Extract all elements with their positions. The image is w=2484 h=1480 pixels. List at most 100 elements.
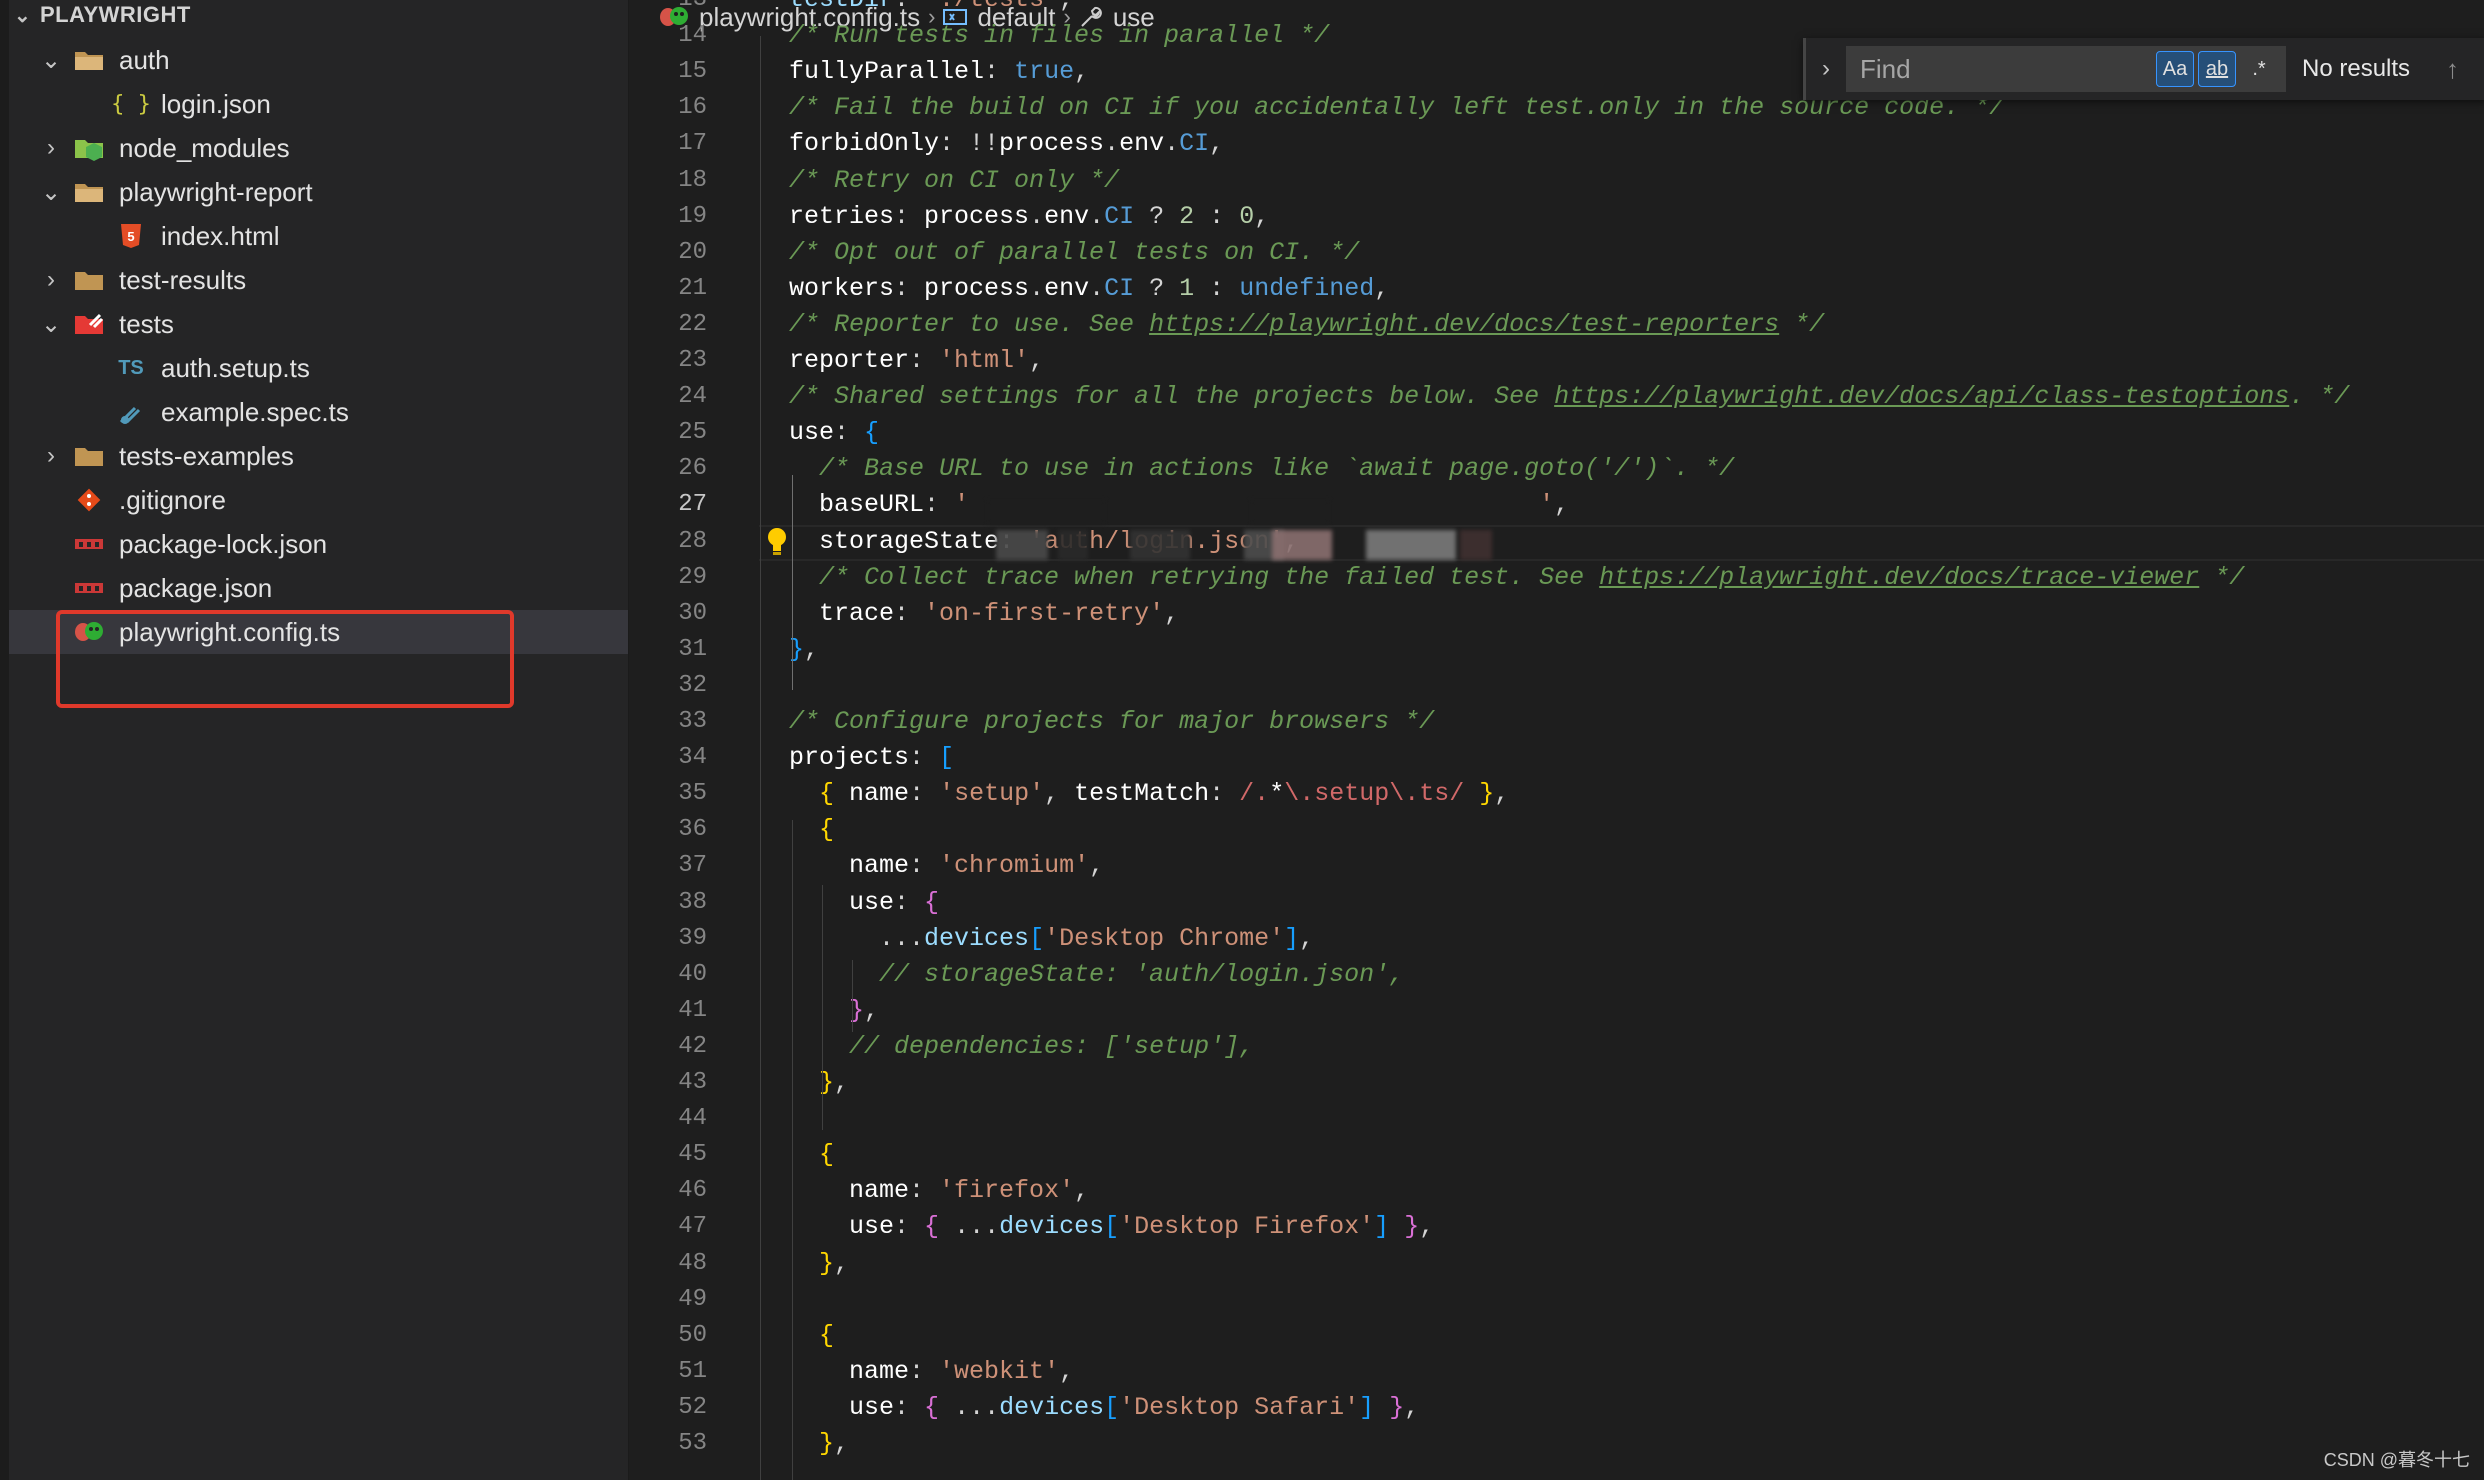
- code-line[interactable]: { name: 'setup', testMatch: /.*\.setup\.…: [789, 776, 1509, 812]
- line-number: 39: [678, 924, 707, 952]
- code-line[interactable]: },: [789, 1065, 849, 1101]
- redaction-blur: [1130, 530, 1190, 560]
- line-number: 43: [678, 1069, 707, 1096]
- chevron-down-icon[interactable]: ⌄: [39, 179, 63, 206]
- code-line[interactable]: workers: process.env.CI ? 1 : undefined,: [789, 271, 1389, 307]
- code-line[interactable]: },: [789, 632, 819, 668]
- tree-item[interactable]: › node_modules: [9, 126, 628, 170]
- toggle-replace-chevron-icon[interactable]: ›: [1806, 55, 1846, 83]
- code-token: /.: [1239, 779, 1270, 809]
- code-line[interactable]: forbidOnly: !!process.env.CI,: [789, 126, 1224, 162]
- tree-item[interactable]: › test-results: [9, 258, 628, 302]
- code-line[interactable]: /* Collect trace when retrying the faile…: [789, 560, 2244, 596]
- code-token: use: [849, 887, 895, 917]
- code-line[interactable]: },: [789, 1426, 849, 1462]
- code-line[interactable]: /* Retry on CI only */: [789, 163, 1119, 199]
- code-line[interactable]: name: 'webkit',: [789, 1354, 1074, 1390]
- tree-item-label: auth.setup.ts: [161, 352, 310, 383]
- code-line[interactable]: projects: [: [789, 740, 954, 776]
- find-input[interactable]: [1858, 52, 2152, 86]
- line-number: 52: [678, 1393, 707, 1421]
- tree-item[interactable]: ⌄ playwright-report: [9, 170, 628, 214]
- tree-item[interactable]: .gitignore: [9, 478, 628, 522]
- code-link[interactable]: https://playwright.dev/docs/api/class-te…: [1554, 382, 2289, 411]
- code-line[interactable]: /* Reporter to use. See https://playwrig…: [789, 307, 1824, 343]
- tree-item-label: package.json: [119, 572, 273, 603]
- redaction-blur: [986, 500, 1106, 524]
- explorer-section-header[interactable]: ⌄ PLAYWRIGHT: [14, 0, 191, 30]
- tree-item[interactable]: TS auth.setup.ts: [9, 346, 628, 390]
- line-number: 19: [678, 202, 707, 230]
- code-line[interactable]: reporter: 'html',: [789, 343, 1044, 379]
- code-token: [: [1104, 1212, 1120, 1242]
- line-number: 37: [678, 852, 707, 880]
- redaction-blur: [996, 530, 1048, 560]
- code-editor[interactable]: testDir: './tests', /* Run tests in files…: [789, 0, 2484, 1480]
- chevron-down-icon[interactable]: ⌄: [39, 47, 63, 74]
- chevron-right-icon[interactable]: ›: [39, 442, 63, 469]
- tree-item[interactable]: package-lock.json: [9, 522, 628, 566]
- code-line[interactable]: {: [789, 1318, 834, 1354]
- indent-guide: [792, 475, 793, 690]
- code-line[interactable]: /* Opt out of parallel tests on CI. */: [789, 235, 1359, 271]
- code-line[interactable]: trace: 'on-first-retry',: [789, 596, 1179, 632]
- tree-item[interactable]: package.json: [9, 566, 628, 610]
- code-line[interactable]: retries: process.env.CI ? 2 : 0,: [789, 199, 1269, 235]
- indent-guide: [760, 36, 761, 1480]
- match-whole-word-toggle[interactable]: ab: [2198, 51, 2236, 87]
- code-token: process: [924, 201, 1030, 231]
- code-link[interactable]: https://playwright.dev/docs/trace-viewer: [1599, 563, 2199, 592]
- code-token: use: [849, 1392, 895, 1422]
- code-token: ]: [1284, 923, 1300, 953]
- tree-item[interactable]: example.spec.ts: [9, 390, 628, 434]
- code-line[interactable]: },: [789, 1246, 849, 1282]
- code-link[interactable]: https://playwright.dev/docs/test-reporte…: [1149, 310, 1779, 339]
- line-number: 51: [678, 1357, 707, 1385]
- tree-item[interactable]: ⌄ tests: [9, 302, 628, 346]
- code-line[interactable]: {: [789, 812, 834, 848]
- code-line[interactable]: },: [789, 993, 879, 1029]
- code-line[interactable]: name: 'firefox',: [789, 1173, 1089, 1209]
- chevron-right-icon[interactable]: ›: [39, 134, 63, 161]
- code-line[interactable]: ...devices['Desktop Chrome'],: [789, 921, 1314, 957]
- regex-toggle[interactable]: .*: [2240, 51, 2278, 87]
- code-line[interactable]: /* Configure projects for major browsers…: [789, 704, 1434, 740]
- code-line[interactable]: /* Shared settings for all the projects …: [789, 379, 2349, 415]
- code-line[interactable]: // dependencies: ['setup'],: [789, 1029, 1254, 1065]
- code-token: name: [849, 1356, 910, 1386]
- redaction-blur: [1460, 530, 1492, 560]
- code-line[interactable]: {: [789, 1137, 834, 1173]
- code-token: fullyParallel: [789, 57, 985, 87]
- code-token: [: [1104, 1392, 1120, 1422]
- lightbulb-icon[interactable]: [766, 527, 788, 557]
- tree-item[interactable]: { } login.json: [9, 82, 628, 126]
- line-number: 20: [678, 238, 707, 266]
- match-case-toggle[interactable]: Aa: [2156, 51, 2194, 87]
- find-status: No results: [2302, 55, 2411, 82]
- code-line[interactable]: // storageState: 'auth/login.json',: [789, 957, 1404, 993]
- code-line[interactable]: name: 'chromium',: [789, 848, 1104, 884]
- code-line[interactable]: use: {: [789, 415, 879, 451]
- code-line[interactable]: use: {: [789, 885, 939, 921]
- tree-item[interactable]: ⌄ auth: [9, 38, 628, 82]
- code-token: {: [819, 779, 835, 809]
- code-line[interactable]: use: { ...devices['Desktop Safari'] },: [789, 1390, 1419, 1426]
- code-token: env: [1044, 273, 1090, 303]
- code-line[interactable]: testDir: './tests',: [789, 0, 1074, 18]
- chevron-right-icon[interactable]: ›: [39, 266, 63, 293]
- test-spec-file-icon: [115, 396, 147, 428]
- chevron-down-icon[interactable]: ⌄: [39, 311, 63, 338]
- find-input-box: Aa ab .*: [1846, 46, 2286, 92]
- code-line[interactable]: fullyParallel: true,: [789, 54, 1089, 90]
- code-line[interactable]: use: { ...devices['Desktop Firefox'] },: [789, 1209, 1434, 1245]
- tree-item[interactable]: playwright.config.ts: [9, 610, 628, 654]
- tree-item-label: playwright.config.ts: [119, 616, 341, 647]
- tree-item[interactable]: › tests-examples: [9, 434, 628, 478]
- code-line[interactable]: baseURL: ' ',: [789, 487, 1569, 523]
- code-line[interactable]: /* Run tests in files in parallel */: [789, 18, 1329, 54]
- arrow-up-icon[interactable]: ↑: [2446, 54, 2459, 85]
- code-line[interactable]: /* Base URL to use in actions like `awai…: [789, 451, 1734, 487]
- line-number: 36: [678, 816, 707, 844]
- tree-item[interactable]: 5 index.html: [9, 214, 628, 258]
